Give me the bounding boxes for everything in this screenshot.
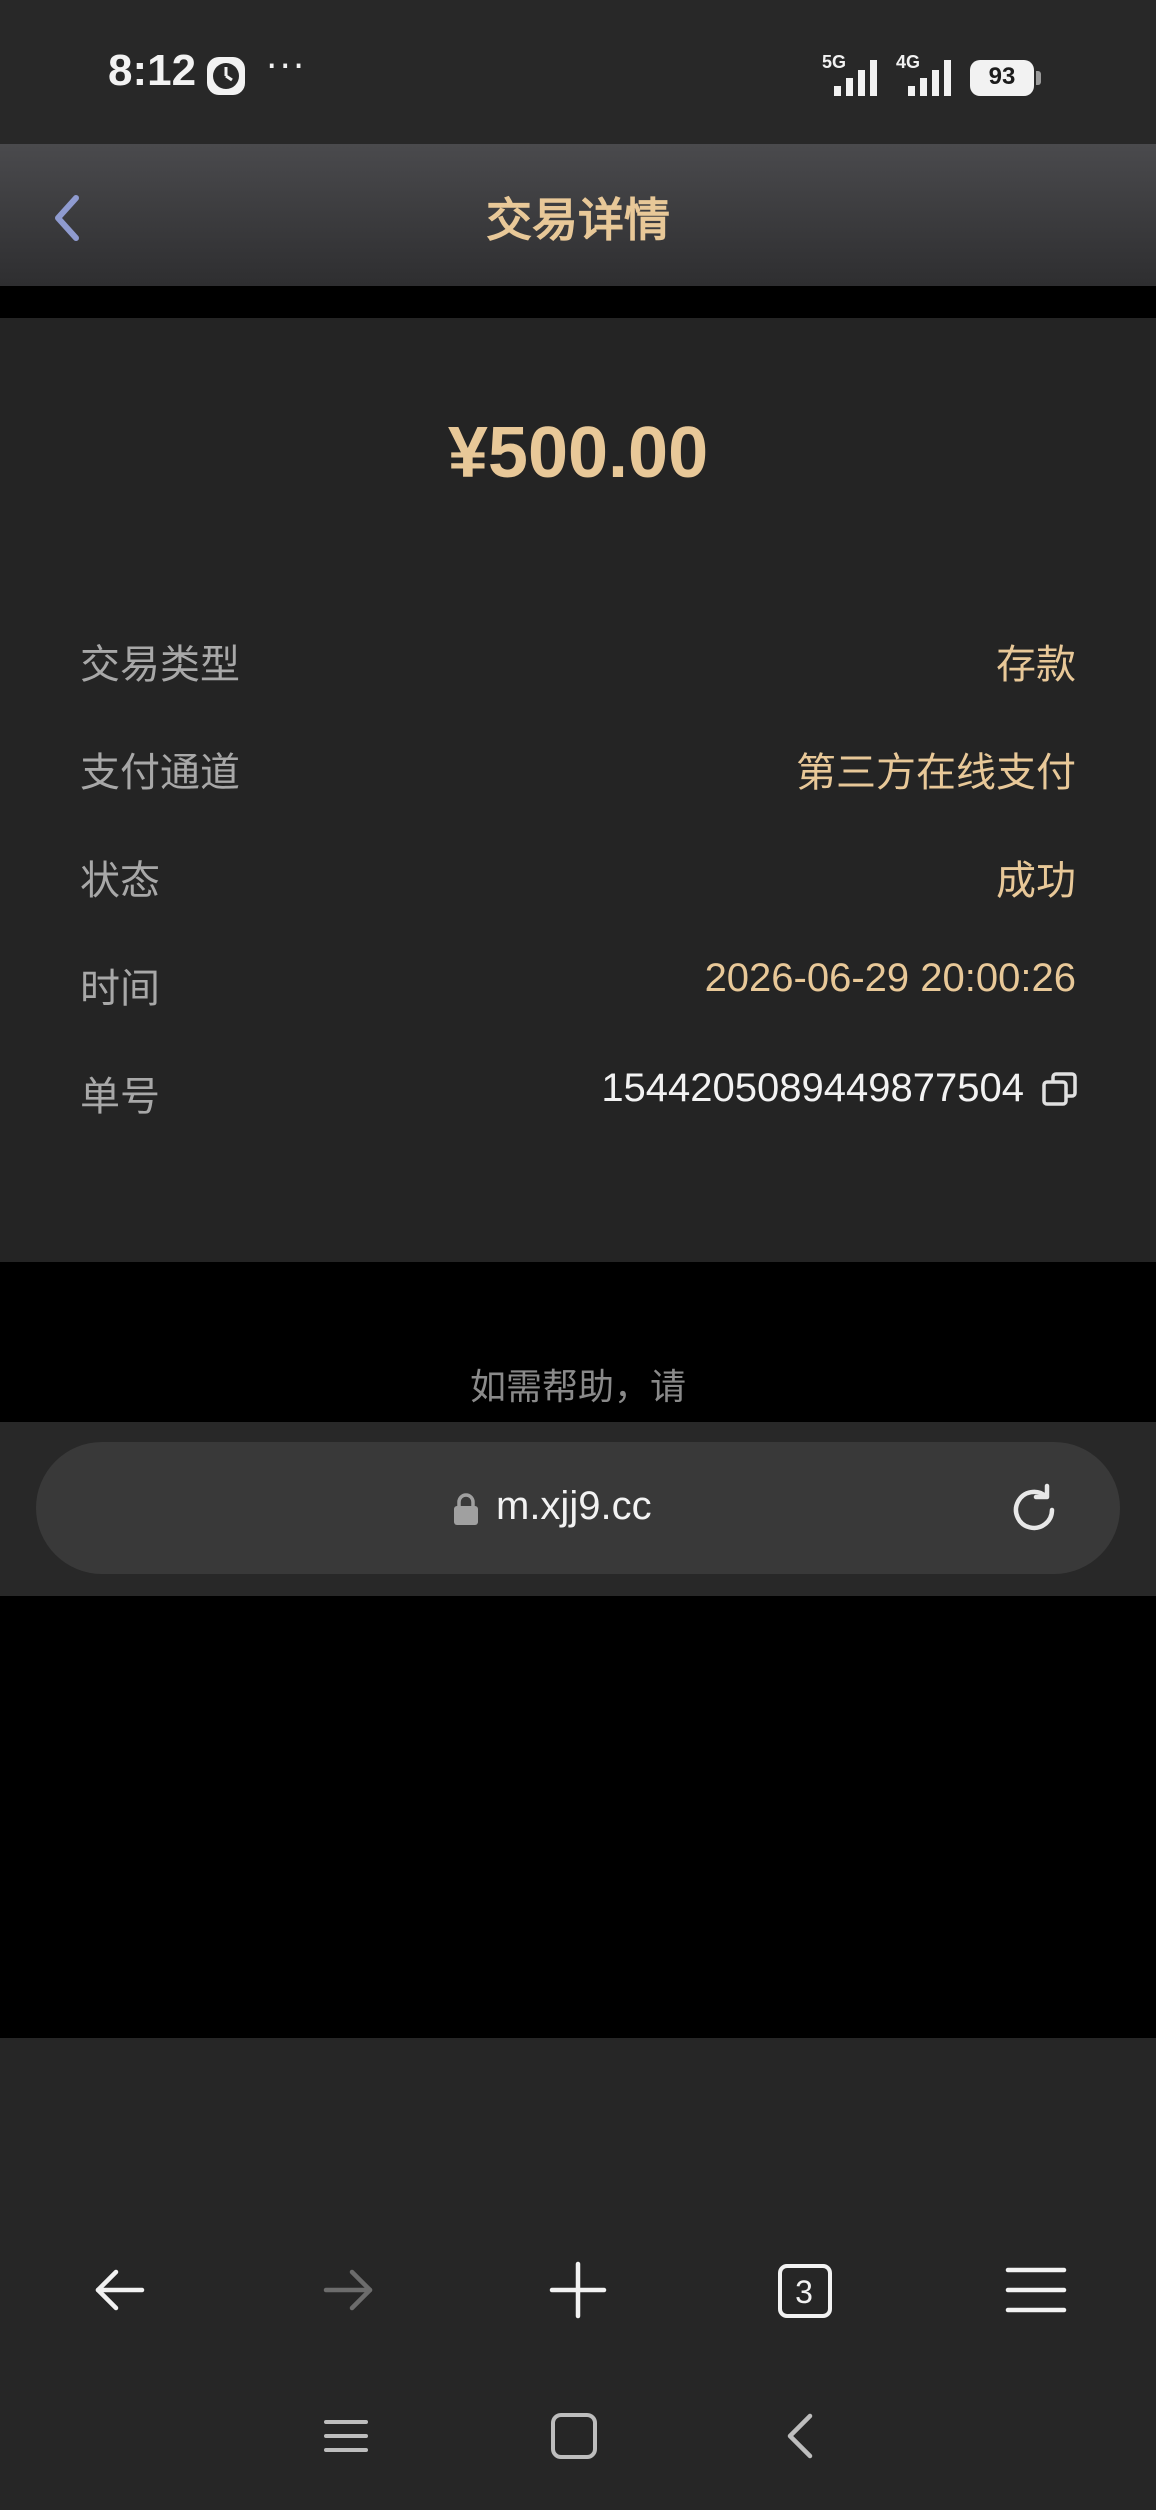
clock-icon xyxy=(207,57,245,95)
channel-label: 支付通道 xyxy=(80,750,240,796)
type-label: 交易类型 xyxy=(80,642,240,688)
status-time: 8:12 xyxy=(108,46,197,95)
signal-5g-icon: 5G xyxy=(822,52,877,96)
url-text[interactable]: m.xjj9.cc xyxy=(496,1484,652,1529)
more-notifications-icon: ··· xyxy=(266,46,307,87)
home-icon[interactable] xyxy=(548,2410,600,2462)
transaction-amount: ¥500.00 xyxy=(447,413,709,493)
new-tab-icon[interactable] xyxy=(546,2258,610,2322)
time-label: 时间 xyxy=(80,966,160,1012)
status-value: 成功 xyxy=(996,858,1076,904)
order-no-value: 1544205089449877504 xyxy=(601,1066,1024,1110)
battery-icon: 93 xyxy=(970,60,1042,96)
status-label: 状态 xyxy=(80,858,160,904)
time-value: 2026-06-29 20:00:26 xyxy=(704,956,1076,1000)
order-no-label: 单号 xyxy=(80,1074,160,1120)
battery-level: 93 xyxy=(988,63,1016,90)
forward-arrow-icon[interactable] xyxy=(316,2258,380,2322)
browser-bottom-spacer xyxy=(0,2038,1156,2212)
menu-icon[interactable] xyxy=(1004,2258,1068,2322)
help-text: 如需帮助，请 xyxy=(469,1367,686,1408)
recent-apps-icon[interactable] xyxy=(320,2410,372,2462)
type-value: 存款 xyxy=(996,642,1076,688)
copy-icon[interactable] xyxy=(1040,1070,1080,1110)
net1-label: 5G xyxy=(822,52,846,72)
tabs-button[interactable]: 3 xyxy=(778,2264,832,2318)
reload-icon[interactable] xyxy=(1004,1480,1064,1540)
channel-value: 第三方在线支付 xyxy=(796,750,1076,796)
system-back-icon[interactable] xyxy=(776,2410,828,2462)
net2-label: 4G xyxy=(896,52,920,72)
back-arrow-icon[interactable] xyxy=(88,2258,152,2322)
signal-4g-icon: 4G xyxy=(896,52,951,96)
tabs-count: 3 xyxy=(795,2274,813,2310)
lock-icon xyxy=(454,1493,478,1525)
page-title: 交易详情 xyxy=(486,193,670,247)
